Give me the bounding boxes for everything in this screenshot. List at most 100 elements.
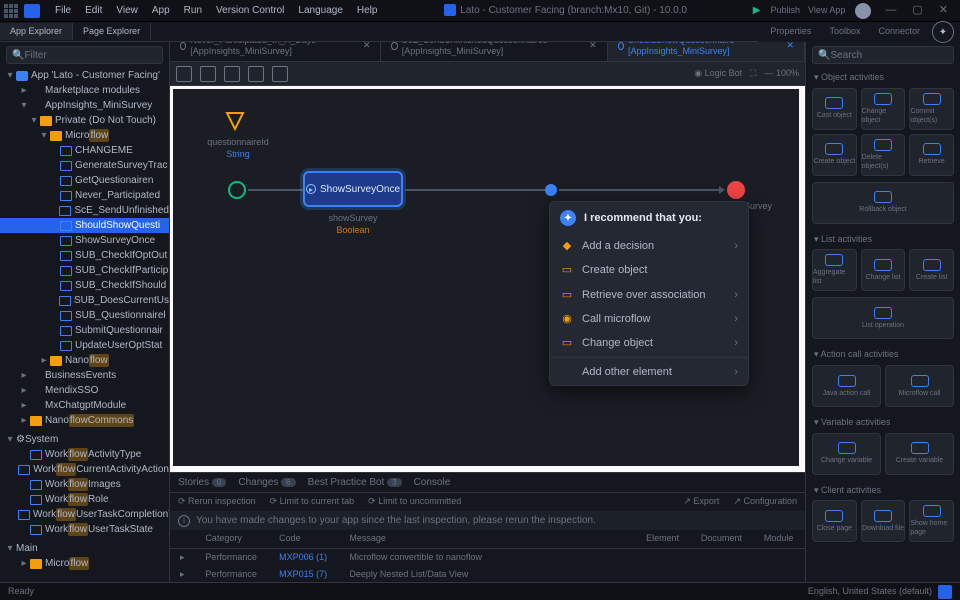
close-icon[interactable]: ✕ [931, 3, 956, 17]
toolbox-item[interactable]: Aggregate list [812, 249, 857, 291]
best-practice-table[interactable]: CategoryCodeMessageElementDocumentModule… [170, 530, 805, 582]
toolbox-item[interactable]: Create variable [885, 433, 954, 475]
tree-item[interactable]: Never_Participated [0, 188, 169, 203]
flow-parameter[interactable] [223, 109, 247, 133]
toolbox-search[interactable]: 🔍 Search [812, 46, 954, 64]
tree-item[interactable]: SUB_CheckIfParticip [0, 263, 169, 278]
toolbar-icon[interactable] [200, 66, 216, 82]
tree-root[interactable]: App 'Lato - Customer Facing' [31, 69, 160, 82]
toolbox-item[interactable]: Change variable [812, 433, 881, 475]
toolbox-item[interactable]: Create list [909, 249, 954, 291]
suggest-item[interactable]: ▭Retrieve over association› [550, 283, 748, 307]
toolbox-item[interactable]: Rollback object [812, 182, 954, 224]
toolbox-item[interactable]: Delete object(s) [861, 134, 906, 176]
tree-filter-input[interactable]: 🔍 Filter [6, 46, 163, 64]
bottom-tab[interactable]: Stories 0 [178, 476, 226, 489]
menu-version-control[interactable]: Version Control [209, 2, 291, 19]
tree-item[interactable]: ▸Microflow [0, 556, 169, 571]
flow-activity[interactable]: ShowSurveyOnce [303, 171, 403, 207]
tree-item[interactable]: WorkflowUserTaskState [0, 522, 169, 537]
tree-item[interactable]: ▸MxChatgptModule [0, 398, 169, 413]
menu-edit[interactable]: Edit [78, 2, 109, 19]
bottom-toolbar-item[interactable]: ⟳ Limit to current tab [270, 496, 355, 508]
bottom-tab[interactable]: Best Practice Bot 3 [308, 476, 402, 489]
menu-run[interactable]: Run [177, 2, 209, 19]
toolbox-item[interactable]: Show home page [909, 500, 954, 542]
run-icon[interactable]: ▶ [747, 4, 767, 17]
bottom-toolbar-item[interactable]: ⟳ Limit to uncommitted [368, 496, 461, 508]
tool-connector[interactable]: Connector [872, 24, 926, 40]
tree-item[interactable]: SUB_CheckIfOptOut [0, 248, 169, 263]
toolbar-icon[interactable] [176, 66, 192, 82]
tree-item[interactable]: SUB_CheckIfShould [0, 278, 169, 293]
bottom-toolbar-item[interactable]: ↗ Export [683, 496, 719, 508]
tree-item[interactable]: ShowSurveyOnce [0, 233, 169, 248]
tree-item[interactable]: SubmitQuestionnair [0, 323, 169, 338]
suggest-item[interactable]: ◉Call microflow› [550, 307, 748, 331]
menu-file[interactable]: File [48, 2, 78, 19]
tree-item[interactable]: ▸BusinessEvents [0, 368, 169, 383]
tree-system[interactable]: System [25, 433, 58, 446]
tool-toolbox[interactable]: Toolbox [823, 24, 866, 40]
tree-item[interactable]: UpdateUserOptStat [0, 338, 169, 353]
tree-item[interactable]: WorkflowCurrentActivityAction [0, 462, 169, 477]
app-launcher-icon[interactable] [4, 4, 18, 18]
flow-connector[interactable] [559, 189, 719, 191]
menu-help[interactable]: Help [350, 2, 385, 19]
menu-language[interactable]: Language [291, 2, 350, 19]
toolbox-item[interactable]: Create object [812, 134, 857, 176]
avatar[interactable] [855, 3, 871, 19]
toolbox-item[interactable]: Cast object [812, 88, 857, 130]
toolbox-item[interactable]: Microflow call [885, 365, 954, 407]
tree-item[interactable]: ▸NanoflowCommons [0, 413, 169, 428]
bottom-toolbar-item[interactable]: ↗ Configuration [733, 496, 797, 508]
fit-icon[interactable]: ⛶ [750, 68, 756, 80]
flow-end[interactable] [727, 181, 745, 199]
status-language[interactable]: English, United States (default) [808, 586, 932, 598]
suggest-item[interactable]: ◆Add a decision› [550, 234, 748, 258]
toolbox-item[interactable]: Change object [861, 88, 906, 130]
tree-item[interactable]: GetQuestionairen [0, 173, 169, 188]
toolbox-item[interactable]: Java action call [812, 365, 881, 407]
table-row[interactable]: ▸PerformanceMXP006 (1)Microflow converti… [170, 548, 805, 566]
editor-tab[interactable]: ScE_SendUnfinishedQuestionnaires [AppIns… [381, 42, 607, 61]
flow-connector[interactable] [248, 189, 303, 191]
editor-tab[interactable]: Never_Participated_In_X_Days [AppInsight… [170, 42, 381, 61]
logic-bot-toggle[interactable]: ◉ Logic Bot [694, 68, 742, 80]
view-app-button[interactable]: View App [804, 5, 849, 17]
tree-item[interactable]: ▾Microflow [0, 128, 169, 143]
microflow-canvas[interactable]: questionnaireId String ShowSurveyOnce sh… [170, 86, 805, 472]
flow-start[interactable] [228, 181, 246, 199]
menu-app[interactable]: App [145, 2, 177, 19]
tab-app-explorer[interactable]: App Explorer [0, 23, 73, 41]
toolbox-item[interactable]: Download file [861, 500, 906, 542]
suggest-item[interactable]: ▭Create object [550, 258, 748, 282]
suggest-item[interactable]: ▭Change object› [550, 331, 748, 355]
editor-tab[interactable]: ShouldShowQuestionnaire [AppInsights_Min… [608, 42, 805, 61]
tree-item[interactable]: SUB_Questionnairel [0, 308, 169, 323]
flow-insertion-point[interactable] [545, 184, 557, 196]
tree-item[interactable]: ▸Nanoflow [0, 353, 169, 368]
tree-item[interactable]: GenerateSurveyTrac [0, 158, 169, 173]
tree-item[interactable]: WorkflowActivityType [0, 447, 169, 462]
tool-properties[interactable]: Properties [764, 24, 817, 40]
toolbox-item[interactable]: Commit object(s) [909, 88, 954, 130]
tree-item[interactable]: ShouldShowQuesti [0, 218, 169, 233]
tree-item[interactable]: SUB_DoesCurrentUs [0, 293, 169, 308]
toolbar-icon[interactable] [272, 66, 288, 82]
tree-item[interactable]: CHANGEME [0, 143, 169, 158]
bottom-tab[interactable]: Changes 6 [238, 476, 295, 489]
toolbox-item[interactable]: Close page [812, 500, 857, 542]
bottom-tab[interactable]: Console [414, 476, 451, 489]
tree-main[interactable]: Main [16, 542, 38, 555]
tree-item[interactable]: ▸MendixSSO [0, 383, 169, 398]
suggest-add-other[interactable]: Add other element› [550, 360, 748, 384]
project-tree[interactable]: ▾App 'Lato - Customer Facing' ▸Marketpla… [0, 68, 169, 582]
toolbar-icon[interactable] [248, 66, 264, 82]
table-row[interactable]: ▸PerformanceMXP015 (7)Deeply Nested List… [170, 566, 805, 582]
tree-item[interactable]: ▾Private (Do Not Touch) [0, 113, 169, 128]
maximize-icon[interactable]: ▢ [904, 3, 930, 17]
zoom-level[interactable]: — 100% [764, 68, 799, 80]
toolbox-item[interactable]: Retrieve [909, 134, 954, 176]
tab-page-explorer[interactable]: Page Explorer [73, 23, 151, 41]
